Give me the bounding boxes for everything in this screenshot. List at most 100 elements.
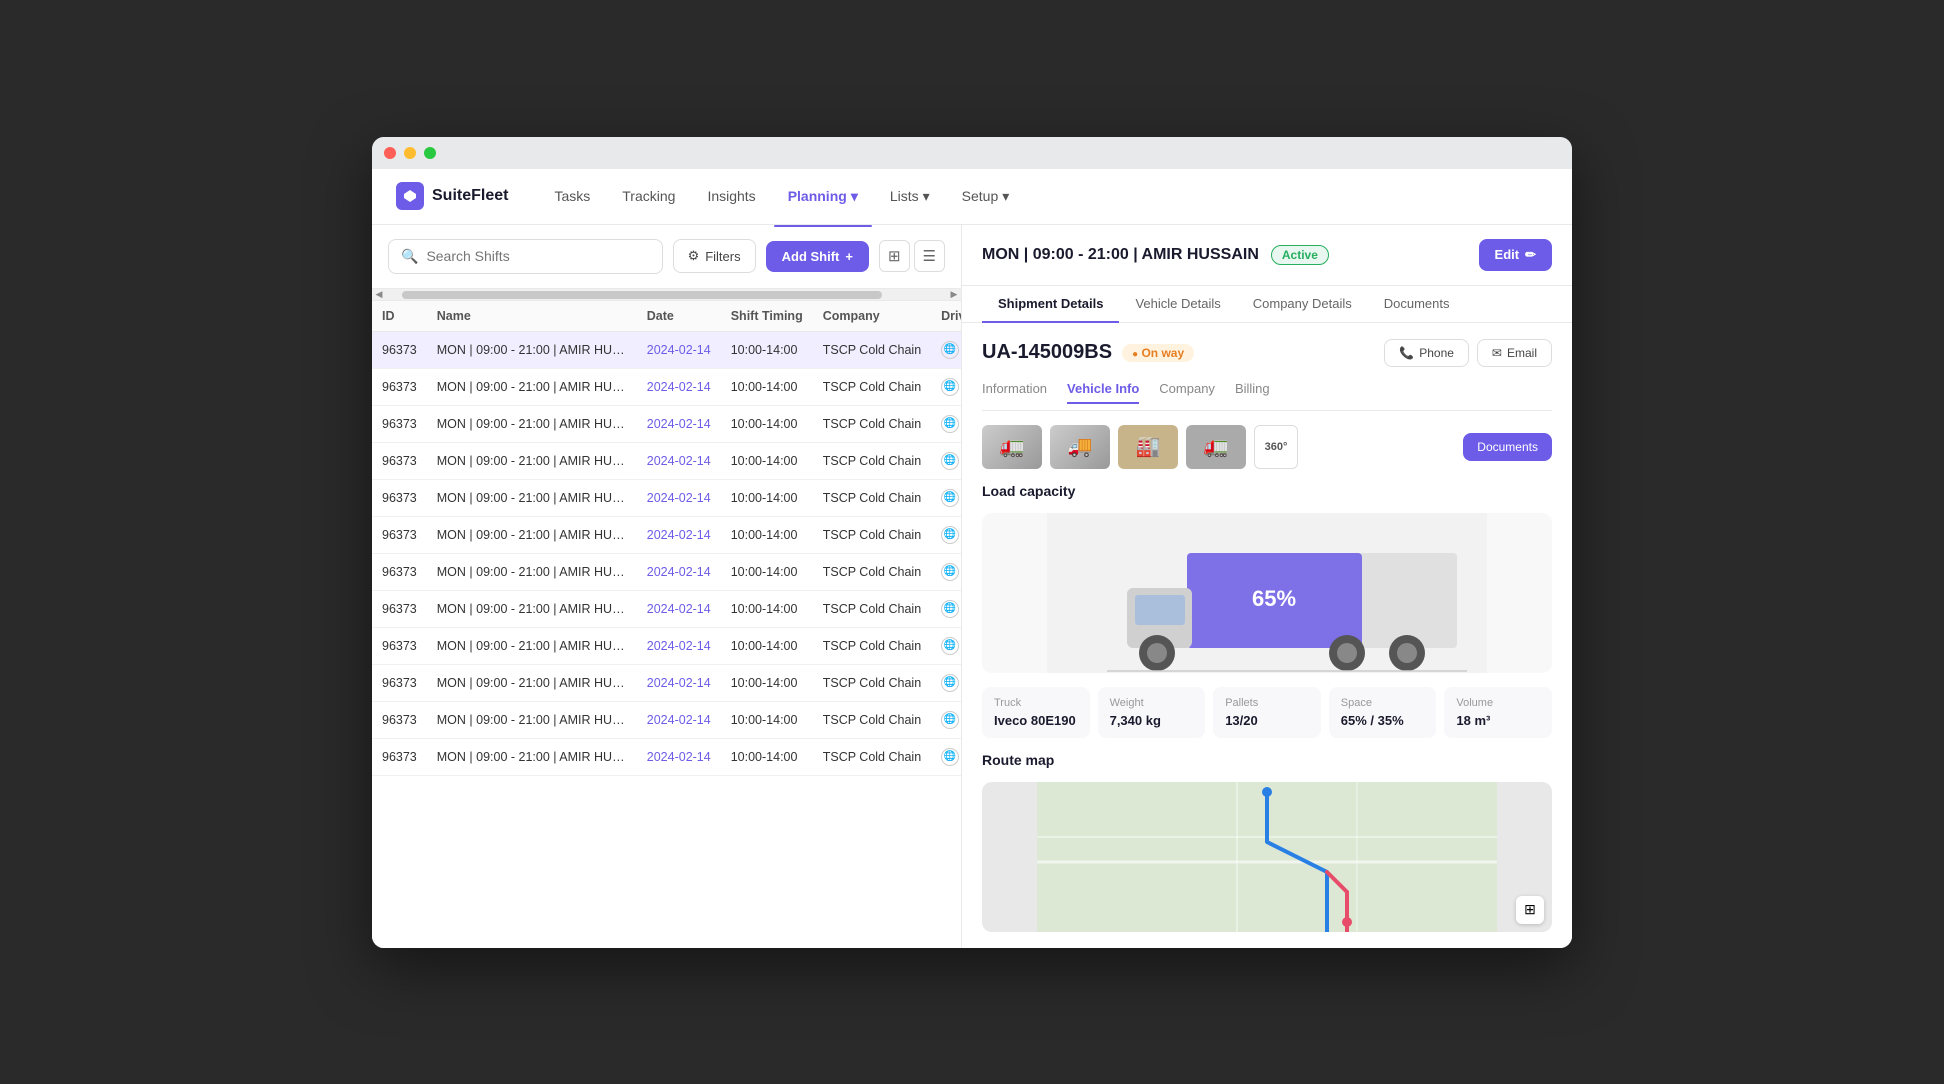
detail-body: UA-145009BS ● On way 📞 Phone ✉ xyxy=(962,323,1572,948)
logo-text: SuiteFleet xyxy=(432,187,508,205)
subtab-company[interactable]: Company xyxy=(1159,381,1215,404)
svg-text:65%: 65% xyxy=(1252,586,1296,611)
expand-dot[interactable] xyxy=(424,147,436,159)
navbar: SuiteFleet Tasks Tracking Insights Plann… xyxy=(372,169,1572,225)
table-row[interactable]: 96373 MON | 09:00 - 21:00 | AMIR HUSSAIN… xyxy=(372,590,961,627)
vehicle-thumb-1[interactable]: 🚛 xyxy=(982,425,1042,469)
left-panel: 🔍 ⚙ Filters Add Shift + ⊞ ☰ xyxy=(372,225,962,948)
globe-icon: 🌐 xyxy=(941,452,959,470)
plus-icon: + xyxy=(845,249,853,264)
chevron-down-icon: ▾ xyxy=(851,188,858,205)
vehicle-images: 🚛 🚚 🏭 🚛 360° Documents xyxy=(982,425,1552,469)
search-input[interactable] xyxy=(426,248,649,264)
phone-icon: 📞 xyxy=(1399,346,1414,360)
vehicle-thumb-4[interactable]: 🚛 xyxy=(1186,425,1246,469)
tab-vehicle-details[interactable]: Vehicle Details xyxy=(1119,286,1236,323)
shift-title: MON | 09:00 - 21:00 | AMIR HUSSAIN Activ… xyxy=(982,245,1329,265)
documents-button[interactable]: Documents xyxy=(1463,433,1552,461)
table-row[interactable]: 96373 MON | 09:00 - 21:00 | AMIR HUSSAIN… xyxy=(372,664,961,701)
vehicle-thumb-3[interactable]: 🏭 xyxy=(1118,425,1178,469)
grid-view-button[interactable]: ⊞ xyxy=(879,240,910,272)
nav-setup[interactable]: Setup ▾ xyxy=(948,180,1024,213)
shipment-id: UA-145009BS ● On way xyxy=(982,341,1194,364)
globe-icon: 🌐 xyxy=(941,341,959,359)
nav-tasks[interactable]: Tasks xyxy=(540,180,604,213)
search-box[interactable]: 🔍 xyxy=(388,239,663,274)
stat-card: Pallets 13/20 xyxy=(1213,687,1321,738)
table-row[interactable]: 96373 MON | 09:00 - 21:00 | AMIR HUSSAIN… xyxy=(372,516,961,553)
tab-company-details[interactable]: Company Details xyxy=(1237,286,1368,323)
logo: SuiteFleet xyxy=(396,182,508,210)
table-row[interactable]: 96373 MON | 09:00 - 21:00 | AMIR HUSSAIN… xyxy=(372,627,961,664)
table-row[interactable]: 96373 MON | 09:00 - 21:00 | AMIR HUSSAIN… xyxy=(372,738,961,775)
subtab-billing[interactable]: Billing xyxy=(1235,381,1270,404)
globe-icon: 🌐 xyxy=(941,600,959,618)
nav-tracking[interactable]: Tracking xyxy=(608,180,689,213)
phone-button[interactable]: 📞 Phone xyxy=(1384,339,1469,367)
load-capacity-label: Load capacity xyxy=(982,483,1552,499)
nav-lists[interactable]: Lists ▾ xyxy=(876,180,944,213)
truck-illustration: 65% xyxy=(982,513,1552,673)
add-shift-button[interactable]: Add Shift + xyxy=(766,241,869,272)
table-row[interactable]: 96373 MON | 09:00 - 21:00 | AMIR HUSSAIN… xyxy=(372,331,961,368)
scrollbar-thumb[interactable] xyxy=(402,291,882,299)
table-row[interactable]: 96373 MON | 09:00 - 21:00 | AMIR HUSSAIN… xyxy=(372,553,961,590)
email-button[interactable]: ✉ Email xyxy=(1477,339,1552,367)
stats-row: Truck Iveco 80E190 Weight 7,340 kg Palle… xyxy=(982,687,1552,738)
contact-buttons: 📞 Phone ✉ Email xyxy=(1384,339,1552,367)
titlebar xyxy=(372,137,1572,169)
body-split: 🔍 ⚙ Filters Add Shift + ⊞ ☰ xyxy=(372,225,1572,948)
close-dot[interactable] xyxy=(384,147,396,159)
table-row[interactable]: 96373 MON | 09:00 - 21:00 | AMIR HUSSAIN… xyxy=(372,405,961,442)
shipment-id-row: UA-145009BS ● On way 📞 Phone ✉ xyxy=(982,339,1552,367)
search-icon: 🔍 xyxy=(401,248,418,265)
globe-icon: 🌐 xyxy=(941,637,959,655)
table-row[interactable]: 96373 MON | 09:00 - 21:00 | AMIR HUSSAIN… xyxy=(372,442,961,479)
globe-icon: 🌐 xyxy=(941,378,959,396)
sub-tabs: Information Vehicle Info Company Billing xyxy=(982,381,1552,411)
globe-icon: 🌐 xyxy=(941,563,959,581)
stat-card: Truck Iveco 80E190 xyxy=(982,687,1090,738)
nav-links: Tasks Tracking Insights Planning ▾ Lists… xyxy=(540,180,1548,213)
scroll-right-arrow[interactable]: ▶ xyxy=(947,289,961,301)
minimize-dot[interactable] xyxy=(404,147,416,159)
list-view-button[interactable]: ☰ xyxy=(914,240,945,272)
table-row[interactable]: 96373 MON | 09:00 - 21:00 | AMIR HUSSAIN… xyxy=(372,701,961,738)
table-row[interactable]: 96373 MON | 09:00 - 21:00 | AMIR HUSSAIN… xyxy=(372,479,961,516)
nav-insights[interactable]: Insights xyxy=(693,180,769,213)
main-content: SuiteFleet Tasks Tracking Insights Plann… xyxy=(372,169,1572,948)
app-window: SuiteFleet Tasks Tracking Insights Plann… xyxy=(372,137,1572,948)
globe-icon: 🌐 xyxy=(941,489,959,507)
vehicle-thumb-2[interactable]: 🚚 xyxy=(1050,425,1110,469)
route-map-label: Route map xyxy=(982,752,1552,768)
map-svg xyxy=(982,782,1552,932)
shifts-table: ID Name Date Shift Timing Company Driver… xyxy=(372,301,961,776)
subtab-information[interactable]: Information xyxy=(982,381,1047,404)
shifts-table-body: 96373 MON | 09:00 - 21:00 | AMIR HUSSAIN… xyxy=(372,331,961,775)
globe-icon: 🌐 xyxy=(941,748,959,766)
stat-card: Weight 7,340 kg xyxy=(1098,687,1206,738)
col-date: Date xyxy=(637,301,721,332)
col-timing: Shift Timing xyxy=(721,301,813,332)
subtab-vehicle-info[interactable]: Vehicle Info xyxy=(1067,381,1139,404)
route-map: ⊞ xyxy=(982,782,1552,932)
tab-shipment-details[interactable]: Shipment Details xyxy=(982,286,1119,323)
table-row[interactable]: 96373 MON | 09:00 - 21:00 | AMIR HUSSAIN… xyxy=(372,368,961,405)
shift-title-text: MON | 09:00 - 21:00 | AMIR HUSSAIN xyxy=(982,246,1259,264)
table-header: ID Name Date Shift Timing Company Driver… xyxy=(372,301,961,332)
edit-button[interactable]: Edit ✏ xyxy=(1479,239,1552,271)
email-icon: ✉ xyxy=(1492,346,1502,360)
filters-button[interactable]: ⚙ Filters xyxy=(673,239,756,273)
status-badge: Active xyxy=(1271,245,1329,265)
detail-tabs: Shipment Details Vehicle Details Company… xyxy=(962,286,1572,323)
globe-icon: 🌐 xyxy=(941,415,959,433)
chevron-down-icon: ▾ xyxy=(923,188,930,205)
globe-icon: 🌐 xyxy=(941,674,959,692)
zoom-button[interactable]: ⊞ xyxy=(1516,896,1544,924)
horizontal-scrollbar[interactable]: ◀ ▶ xyxy=(372,289,961,301)
tab-documents[interactable]: Documents xyxy=(1368,286,1466,323)
nav-planning[interactable]: Planning ▾ xyxy=(774,180,872,213)
scroll-left-arrow[interactable]: ◀ xyxy=(372,289,386,301)
shifts-table-container[interactable]: ID Name Date Shift Timing Company Driver… xyxy=(372,301,961,948)
view-360-button[interactable]: 360° xyxy=(1254,425,1298,469)
